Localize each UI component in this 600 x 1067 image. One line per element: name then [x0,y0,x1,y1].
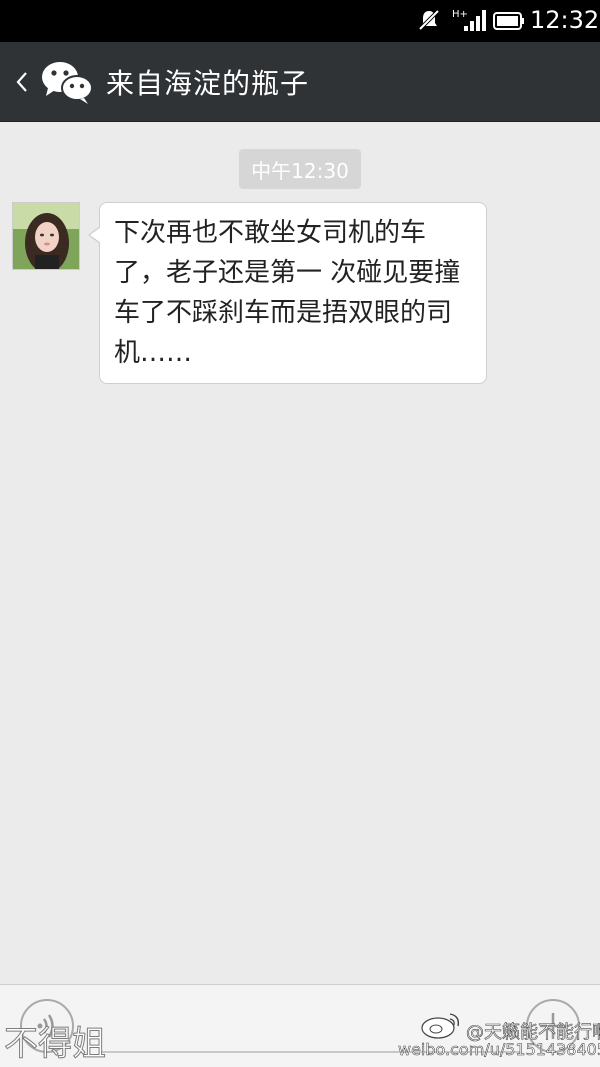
bubble-tail-inner [90,227,101,243]
avatar[interactable] [12,202,80,270]
message-text: 下次再也不敢坐女司机的车了，老子还是第一 次碰见要撞车了不踩刹车而是捂双眼的司机… [114,218,461,368]
avatar-image [13,203,79,269]
signal-icon: H+ [452,9,486,31]
message-timestamp: 中午12:30 [239,149,361,189]
wechat-chat-screen: H+ 12:32 来自海淀的瓶子 中午12:30 下次再也不敢坐女司机的车了，老… [0,0,600,1067]
battery-icon [493,12,524,30]
watermark-weibo-url: weibo.com/u/5151438405 [398,1040,600,1060]
chat-area[interactable]: 中午12:30 下次再也不敢坐女司机的车了，老子还是第一 次碰见要撞车了不踩刹车… [0,122,600,984]
chat-title: 来自海淀的瓶子 [106,67,310,100]
wechat-logo-icon [42,62,93,104]
title-bar: 来自海淀的瓶子 [0,42,600,122]
back-arrow-icon [16,72,27,92]
weibo-logo-icon [421,1013,460,1039]
mute-icon [418,9,440,31]
watermark-left: 不得姐 [4,1024,107,1065]
back-button[interactable] [6,60,38,104]
status-time: 12:32 [530,6,600,34]
message-bubble[interactable]: 下次再也不敢坐女司机的车了，老子还是第一 次碰见要撞车了不踩刹车而是捂双眼的司机… [99,202,487,384]
network-type-label: H+ [452,9,468,20]
status-bar: H+ 12:32 [0,0,600,42]
